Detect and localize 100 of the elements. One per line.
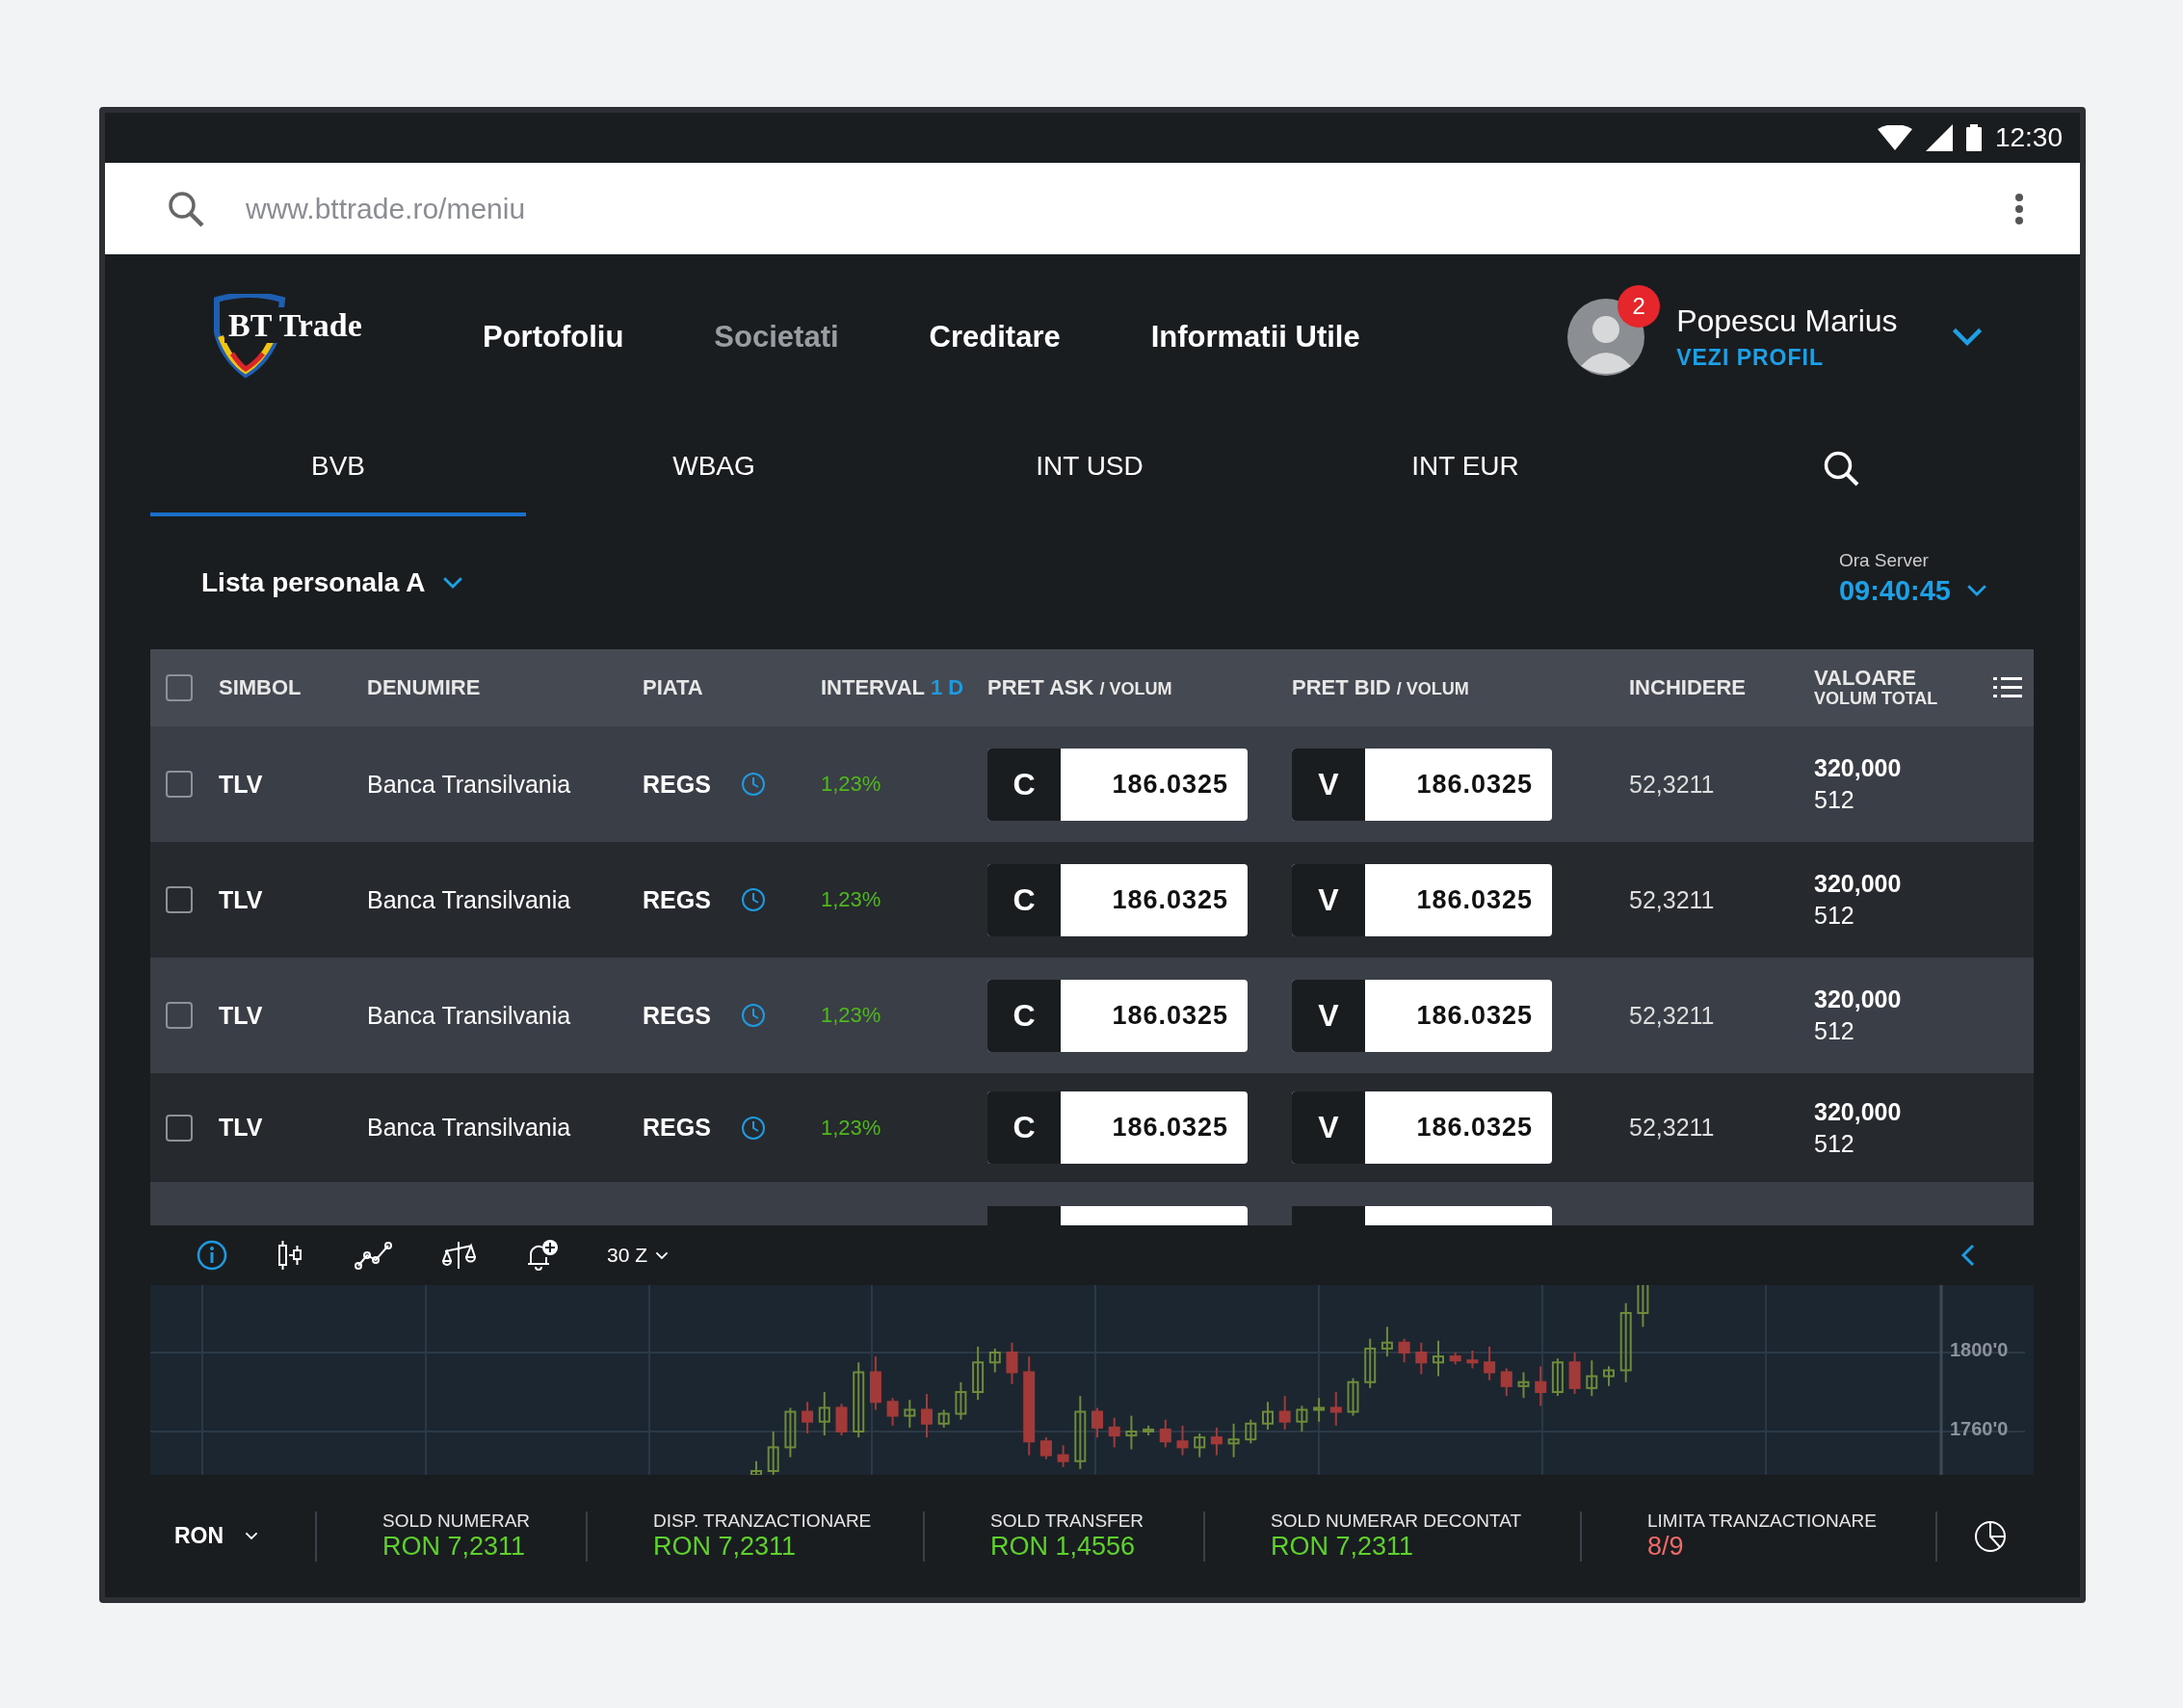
notification-badge: 2	[1618, 284, 1661, 328]
volume-cell-text: 512	[1814, 1017, 1855, 1045]
candle	[1364, 1337, 1377, 1389]
profile-link[interactable]: VEZI PROFIL	[1676, 344, 1824, 371]
candle	[1313, 1397, 1326, 1423]
candle	[1227, 1422, 1240, 1458]
list-icon[interactable]	[1993, 677, 2022, 698]
market-tab[interactable]: INT USD	[902, 419, 1277, 516]
info-icon[interactable]	[197, 1240, 227, 1271]
market-tab[interactable]: INT EUR	[1277, 419, 1653, 516]
candle	[1535, 1365, 1547, 1407]
column-header[interactable]: INCHIDERE	[1629, 675, 1814, 700]
checkbox[interactable]	[166, 1002, 193, 1029]
symbol-cell-text: TLV	[219, 885, 264, 914]
chevron-down-icon[interactable]	[1966, 584, 1987, 597]
pie-chart-icon[interactable]	[1974, 1519, 2007, 1553]
chevron-down-icon[interactable]	[442, 576, 464, 590]
market-tab[interactable]: WBAG	[526, 419, 902, 516]
candle	[1603, 1365, 1615, 1387]
candle	[1347, 1377, 1359, 1417]
buy-price-button[interactable]: C 186.0325	[987, 863, 1248, 936]
axis-label: 1760'0	[1950, 1418, 2009, 1440]
balance-label: DISP. TRANZACTIONARE	[653, 1511, 873, 1532]
candle	[1500, 1367, 1512, 1398]
close-cell-text: 52,3211	[1629, 1001, 1716, 1030]
change-cell-text: 1,23%	[821, 1003, 882, 1028]
column-header[interactable]: INTERVAL 1 D	[821, 675, 987, 700]
chevron-down-icon[interactable]	[1951, 327, 1984, 347]
buy-price-button[interactable]: C 186.0325	[987, 748, 1248, 821]
server-time: 09:40:45	[1838, 574, 1951, 607]
balance-label: SOLD NUMERAR DECONTAT	[1271, 1511, 1523, 1532]
candle	[1194, 1432, 1206, 1458]
period-selector[interactable]: 30 Z	[607, 1244, 718, 1267]
watchlist-selector[interactable]: Lista personala A	[201, 567, 426, 598]
name-cell-text: Banca Transilvania	[367, 1114, 572, 1142]
candle	[750, 1459, 762, 1475]
back-icon[interactable]	[1960, 1244, 1976, 1267]
column-header[interactable]: SIMBOL	[219, 675, 367, 700]
value-cell-text: 320,000	[1814, 870, 1903, 898]
candle	[1006, 1341, 1018, 1385]
name-cell-text: Banca Transilvania	[367, 885, 572, 914]
volume-cell-text: 512	[1814, 902, 1855, 930]
column-header[interactable]: DENUMIRE	[367, 675, 643, 700]
market-cell-text: REGS	[643, 770, 712, 799]
candle	[1296, 1405, 1308, 1432]
nav-link[interactable]: Portofoliu	[483, 319, 624, 355]
buy-price-button[interactable]: C 186.0325	[987, 979, 1248, 1052]
clock-icon[interactable]	[741, 887, 766, 912]
candle	[1108, 1416, 1120, 1449]
balance-value: RON 1,4556	[990, 1532, 1137, 1562]
balance-value: RON 7,2311	[1271, 1532, 1415, 1562]
candle	[1517, 1371, 1530, 1400]
candle	[1125, 1414, 1138, 1451]
column-header[interactable]: VALOARE VOLUM TOTAL	[1814, 667, 1993, 709]
market-cell-text: REGS	[643, 1001, 712, 1030]
scale-icon[interactable]	[441, 1240, 476, 1271]
market-cell-text: REGS	[643, 1114, 712, 1142]
candle	[955, 1380, 967, 1421]
wifi-icon	[1877, 125, 1912, 150]
sell-price-button[interactable]: V 186.0325	[1292, 1091, 1552, 1164]
search-icon[interactable]	[1823, 449, 1859, 486]
clock-icon[interactable]	[741, 1003, 766, 1028]
checkbox[interactable]	[166, 1114, 193, 1142]
candle	[784, 1406, 797, 1458]
currency-selector[interactable]: RON	[174, 1523, 315, 1549]
symbol-cell-text: TLV	[219, 770, 264, 799]
close-cell-text: 52,3211	[1629, 770, 1716, 799]
line-chart-icon[interactable]	[355, 1241, 393, 1270]
sell-price-button[interactable]: V 186.0325	[1292, 748, 1552, 821]
balance-value: RON 7,2311	[382, 1532, 527, 1562]
column-header[interactable]: PIATA	[643, 675, 741, 700]
sell-price-button[interactable]: V 186.0325	[1292, 863, 1552, 936]
clock-icon[interactable]	[741, 772, 766, 797]
symbol-cell-text: TLV	[219, 1114, 264, 1142]
close-cell-text: 52,3211	[1629, 1114, 1716, 1142]
signal-icon	[1925, 124, 1953, 151]
candle	[988, 1347, 1001, 1374]
candle	[1245, 1418, 1257, 1445]
checkbox[interactable]	[166, 771, 193, 798]
buy-price-button[interactable]: C 186.0325	[987, 1091, 1248, 1164]
change-cell-text: 1,23%	[821, 1115, 882, 1141]
volume-cell-text: 512	[1814, 1129, 1855, 1158]
change-cell-text: 1,23%	[821, 887, 882, 912]
checkbox[interactable]	[166, 674, 193, 701]
clock-icon[interactable]	[741, 1115, 766, 1141]
balance-value: RON 7,2311	[653, 1532, 798, 1562]
value-cell-text: 320,000	[1814, 985, 1903, 1013]
sell-price-button[interactable]: V 186.0325	[1292, 979, 1552, 1052]
checkbox[interactable]	[166, 886, 193, 913]
column-header[interactable]: PRET BID / VOLUM	[1292, 675, 1629, 700]
nav-link[interactable]: Informatii Utile	[1150, 319, 1360, 355]
column-header[interactable]: PRET ASK / VOLUM	[987, 675, 1292, 700]
nav-link[interactable]: Creditare	[929, 319, 1061, 355]
chevron-down-icon	[655, 1250, 670, 1260]
market-tab[interactable]: BVB	[150, 419, 526, 516]
candle	[1262, 1401, 1274, 1431]
candle	[1329, 1391, 1342, 1427]
balance-label: SOLD TRANSFER	[990, 1511, 1145, 1532]
chevron-down-icon	[245, 1532, 259, 1540]
more-icon[interactable]	[2014, 192, 2024, 225]
